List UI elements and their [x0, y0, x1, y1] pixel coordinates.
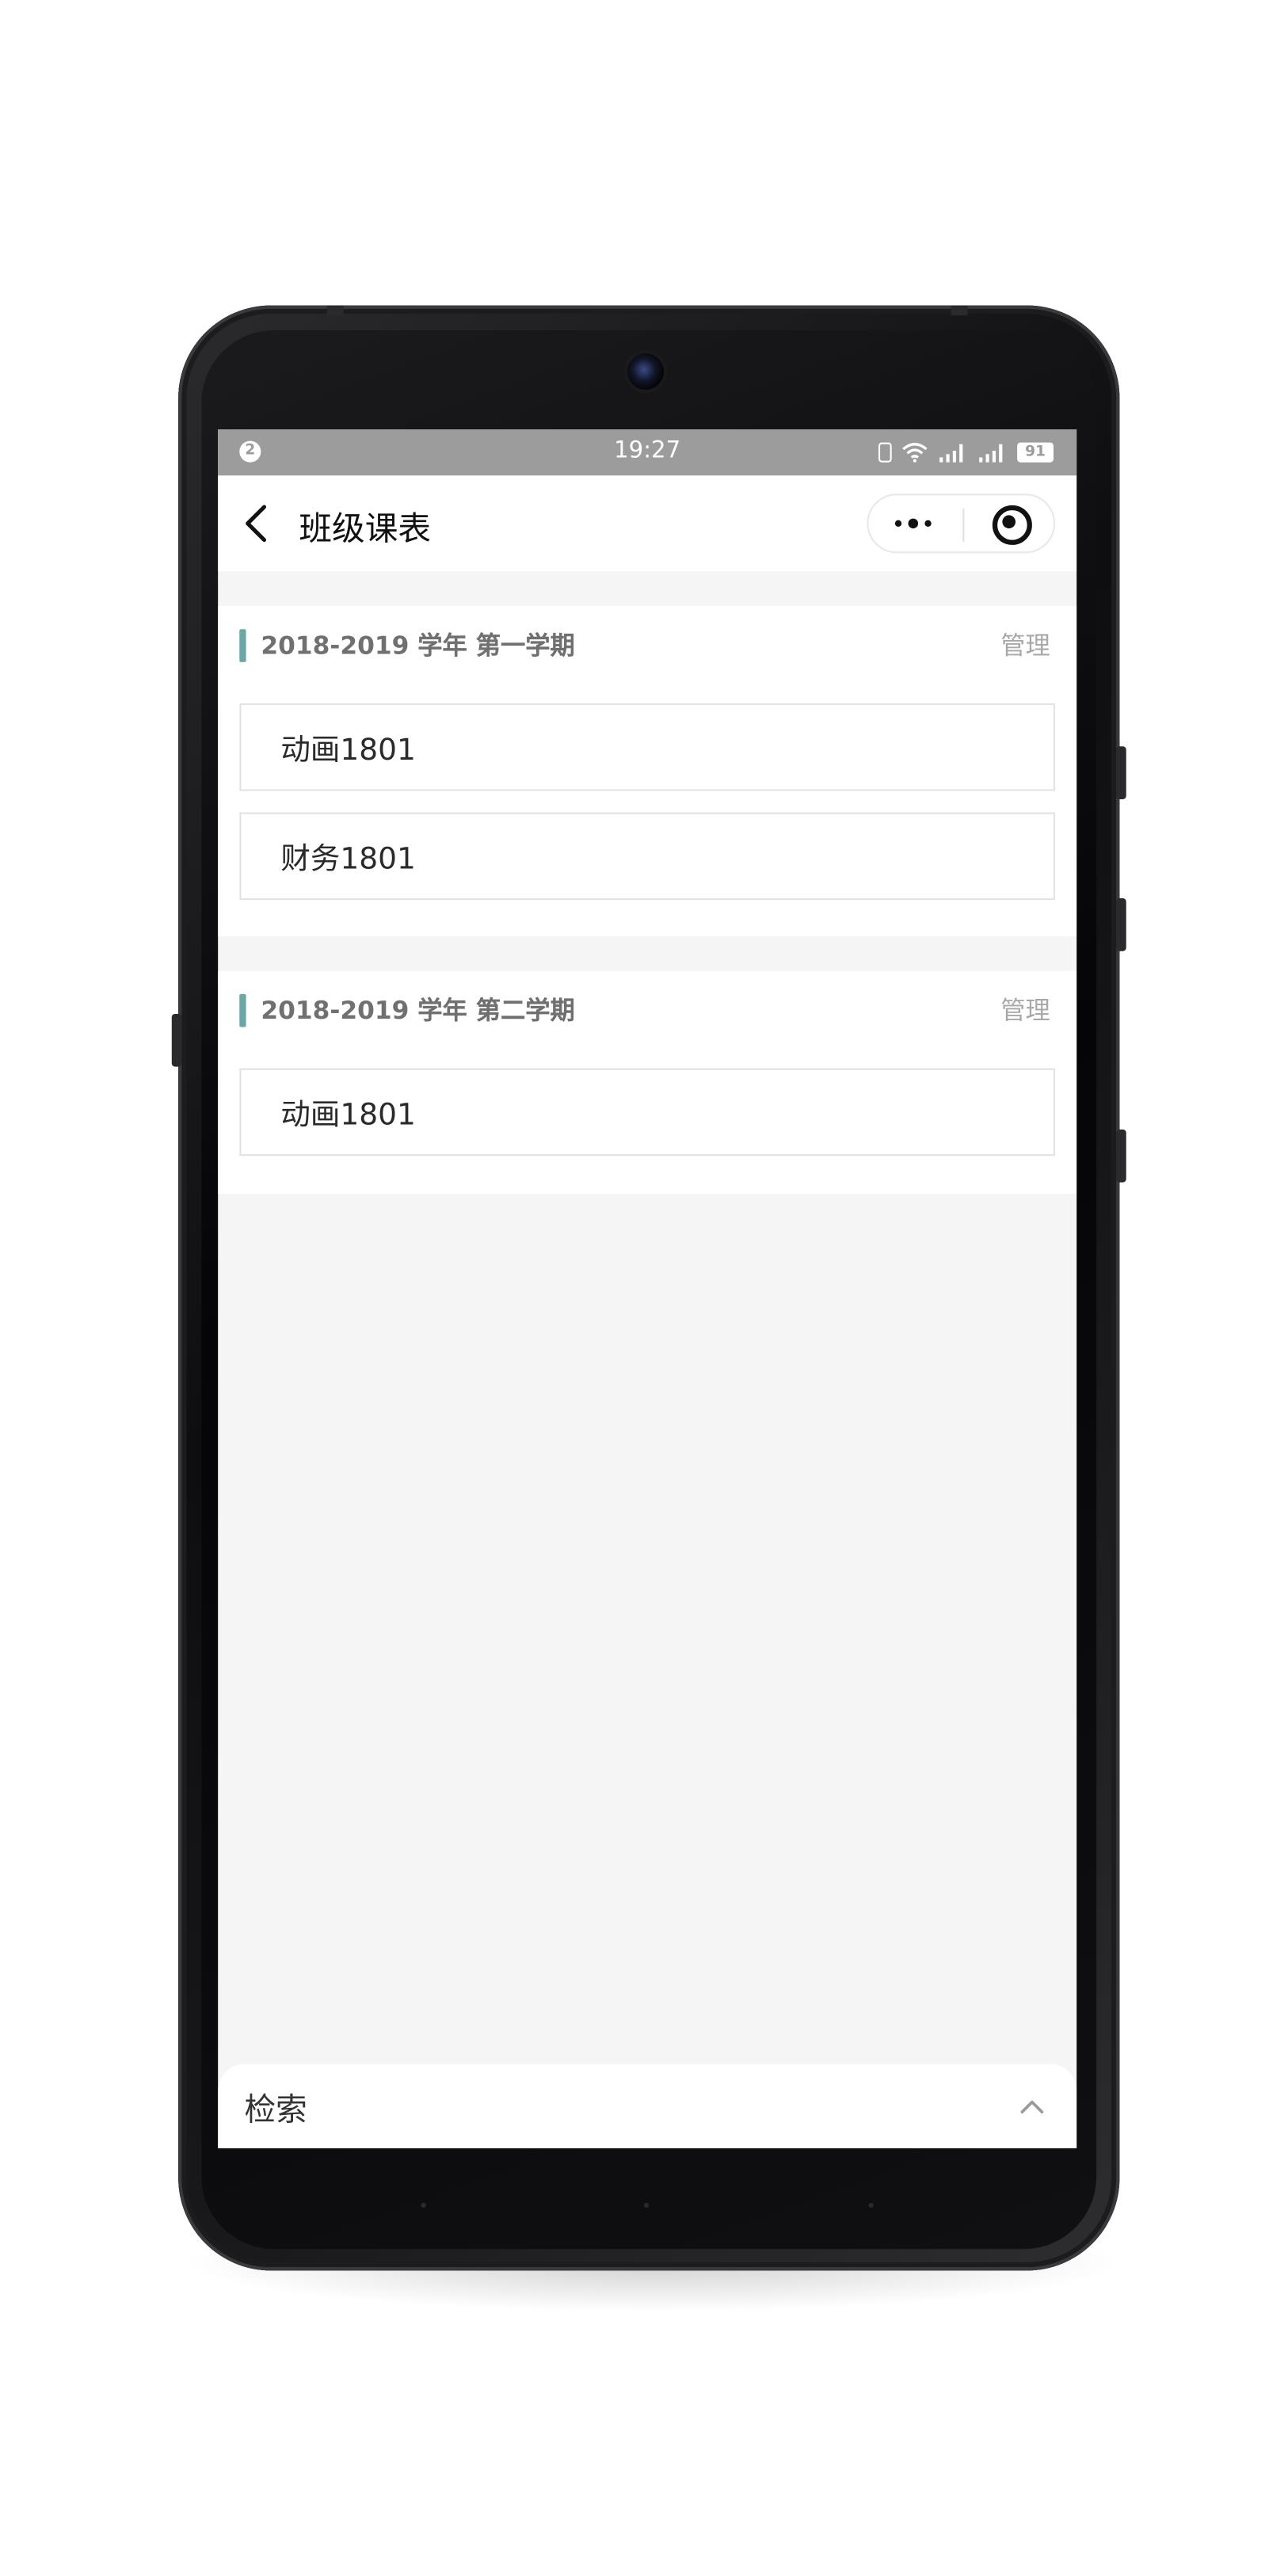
section-title: 2018-2019 学年 第二学期 — [261, 996, 575, 1026]
nav-dot — [643, 2202, 650, 2208]
class-item-label: 动画1801 — [280, 733, 416, 768]
class-item[interactable]: 财务1801 — [239, 812, 1056, 901]
phone-side-button — [1116, 746, 1126, 799]
mini-program-capsule — [867, 493, 1057, 554]
class-item[interactable]: 动画1801 — [239, 703, 1056, 791]
phone-side-button — [171, 1013, 182, 1067]
status-icons: 91 — [878, 437, 1054, 467]
semester-section: 2018-2019 学年 第二学期 管理 动画1801 — [218, 970, 1077, 1195]
stage: 2 19:27 91 班级课表 2018-2019 学年 第一学期 管理 动画1… — [0, 0, 1288, 2576]
signal-icon — [979, 444, 1003, 463]
phone-top-strip — [326, 305, 344, 316]
chevron-up-icon — [1020, 2100, 1044, 2114]
section-title: 2018-2019 学年 第一学期 — [261, 631, 575, 661]
nav-dot — [421, 2202, 426, 2208]
class-item[interactable]: 动画1801 — [239, 1068, 1056, 1157]
front-camera — [627, 353, 665, 390]
phone-side-button — [1116, 898, 1126, 951]
phone-side-button — [1116, 1129, 1126, 1183]
semester-section: 2018-2019 学年 第一学期 管理 动画1801 财务1801 — [218, 606, 1077, 936]
more-dots-icon[interactable] — [868, 495, 962, 551]
screen: 2 19:27 91 班级课表 2018-2019 学年 第一学期 管理 动画1… — [218, 429, 1077, 2149]
status-bar: 2 19:27 91 — [218, 429, 1077, 476]
class-item-label: 财务1801 — [280, 842, 416, 877]
battery-icon: 91 — [1017, 442, 1054, 463]
phone-top-strip — [951, 305, 968, 316]
title-bar: 班级课表 — [218, 475, 1077, 572]
search-label: 检索 — [244, 2092, 307, 2129]
target-close-icon[interactable] — [964, 495, 1057, 551]
section-accent-bar — [239, 629, 246, 662]
search-panel-toggle[interactable]: 检索 — [218, 2063, 1077, 2149]
section-accent-bar — [239, 993, 246, 1027]
manage-link[interactable]: 管理 — [1000, 993, 1050, 1027]
class-item-label: 动画1801 — [280, 1098, 416, 1134]
manage-link[interactable]: 管理 — [1000, 627, 1050, 662]
back-arrow-icon[interactable] — [241, 504, 277, 543]
vibrate-icon — [878, 442, 892, 463]
signal-icon — [939, 444, 963, 463]
page-title: 班级课表 — [299, 509, 432, 549]
wifi-icon — [902, 443, 928, 463]
nav-dot — [868, 2202, 874, 2208]
